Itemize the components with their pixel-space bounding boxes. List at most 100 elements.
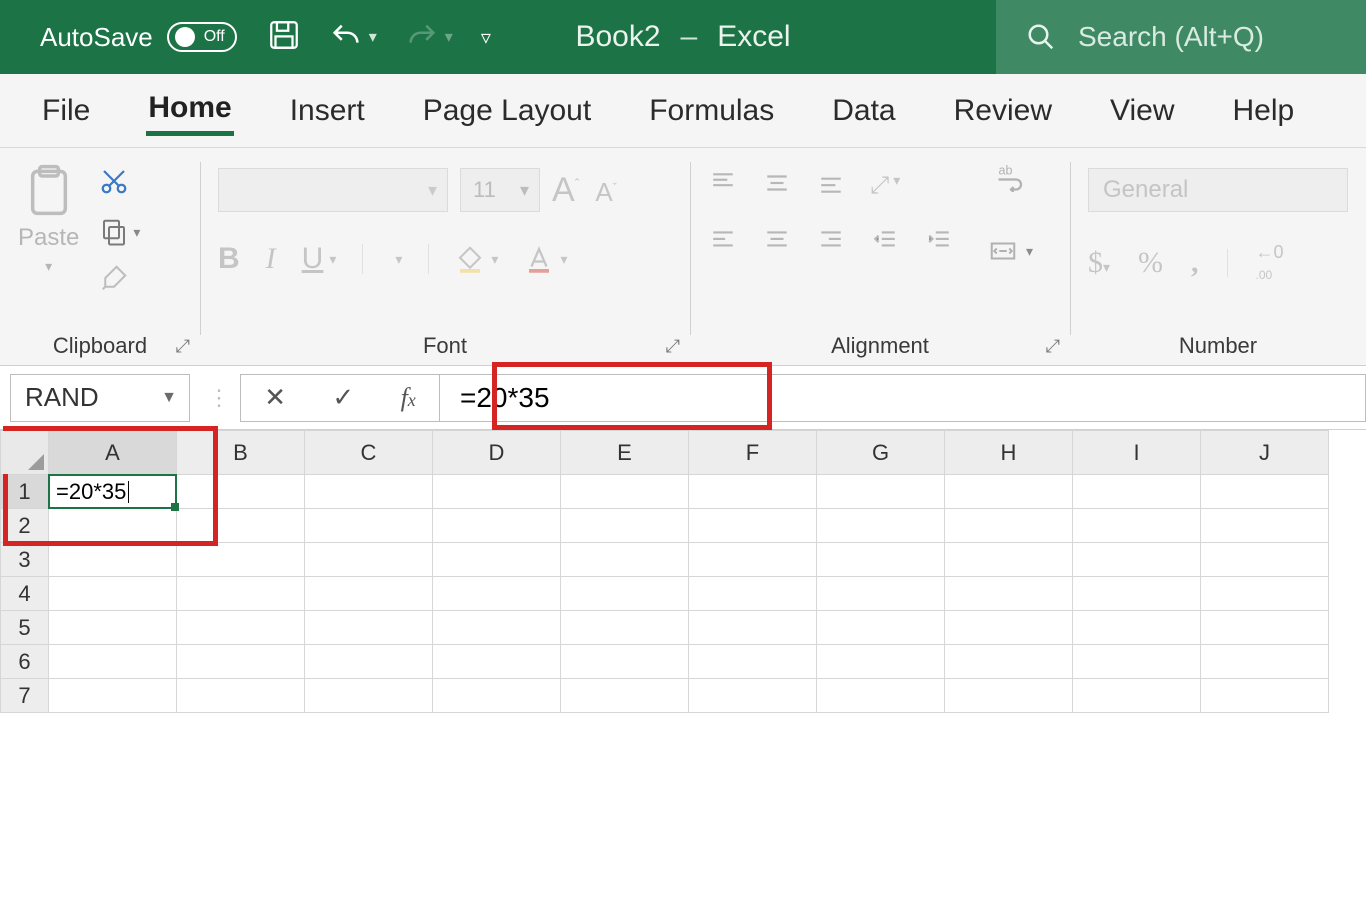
cell[interactable] [433, 645, 561, 679]
column-header[interactable]: H [945, 431, 1073, 475]
cell[interactable] [1073, 509, 1201, 543]
cell[interactable] [1201, 577, 1329, 611]
row-header[interactable]: 5 [1, 611, 49, 645]
chevron-down-icon[interactable]: ▼ [161, 389, 177, 407]
enter-formula-icon[interactable]: ✓ [332, 382, 354, 413]
cell[interactable] [433, 679, 561, 713]
cell[interactable] [689, 577, 817, 611]
cell[interactable] [817, 611, 945, 645]
tab-home[interactable]: Home [146, 85, 233, 136]
tab-help[interactable]: Help [1230, 88, 1296, 134]
align-middle-icon[interactable] [762, 170, 792, 201]
font-color-button[interactable]: ▾ [524, 244, 567, 274]
cell[interactable] [433, 475, 561, 509]
cell[interactable] [1073, 611, 1201, 645]
cell[interactable] [305, 475, 433, 509]
cell[interactable] [177, 577, 305, 611]
dialog-launcher-icon[interactable]: ⤢ [1046, 336, 1060, 357]
font-name-select[interactable]: ▾ [218, 168, 448, 212]
column-header[interactable]: B [177, 431, 305, 475]
cell[interactable] [1201, 679, 1329, 713]
column-header[interactable]: F [689, 431, 817, 475]
cell[interactable] [1073, 475, 1201, 509]
dialog-launcher-icon[interactable]: ⤢ [176, 336, 190, 357]
decrease-indent-icon[interactable] [870, 227, 900, 258]
wrap-text-icon[interactable]: ab [996, 162, 1026, 198]
cell[interactable] [945, 509, 1073, 543]
align-center-icon[interactable] [762, 227, 792, 258]
number-format-select[interactable]: General [1088, 168, 1348, 212]
cell[interactable] [305, 679, 433, 713]
redo-button[interactable]: ▾ [405, 20, 453, 54]
cell[interactable] [177, 543, 305, 577]
cell[interactable] [689, 645, 817, 679]
cell[interactable] [1201, 611, 1329, 645]
cell[interactable] [1201, 475, 1329, 509]
column-header[interactable]: C [305, 431, 433, 475]
cell[interactable] [49, 611, 177, 645]
cell[interactable] [49, 679, 177, 713]
column-header[interactable]: A [49, 431, 177, 475]
cell[interactable] [689, 611, 817, 645]
cell[interactable] [1201, 543, 1329, 577]
column-header[interactable]: G [817, 431, 945, 475]
column-header[interactable]: I [1073, 431, 1201, 475]
cell-a1[interactable]: =20*35 [49, 475, 177, 509]
row-header[interactable]: 3 [1, 543, 49, 577]
insert-function-icon[interactable]: fx [401, 383, 416, 413]
increase-indent-icon[interactable] [924, 227, 954, 258]
row-header[interactable]: 6 [1, 645, 49, 679]
cell[interactable] [945, 645, 1073, 679]
cell[interactable] [1073, 543, 1201, 577]
merge-center-button[interactable]: ▾ [988, 236, 1033, 266]
cell[interactable] [561, 645, 689, 679]
tab-review[interactable]: Review [952, 88, 1054, 134]
cell[interactable] [945, 679, 1073, 713]
cell[interactable] [305, 611, 433, 645]
cell[interactable] [433, 543, 561, 577]
search-box[interactable]: Search (Alt+Q) [996, 0, 1366, 74]
tab-data[interactable]: Data [830, 88, 897, 134]
tab-view[interactable]: View [1108, 88, 1176, 134]
align-top-icon[interactable] [708, 170, 738, 201]
chevron-down-icon[interactable]: ▾ [45, 258, 52, 275]
autosave-toggle[interactable]: Off [167, 22, 237, 52]
cell[interactable] [305, 509, 433, 543]
row-header[interactable]: 4 [1, 577, 49, 611]
cell[interactable] [177, 679, 305, 713]
row-header[interactable]: 1 [1, 475, 49, 509]
column-header[interactable]: D [433, 431, 561, 475]
chevron-down-icon[interactable]: ▾ [369, 27, 377, 47]
font-size-select[interactable]: 11 ▾ [460, 168, 540, 212]
copy-icon[interactable]: ▾ [99, 217, 140, 247]
cell[interactable] [689, 509, 817, 543]
save-icon[interactable] [267, 18, 301, 57]
spreadsheet-grid[interactable]: A B C D E F G H I J 1 =20*35 2 3 4 5 [0, 430, 1366, 713]
dialog-launcher-icon[interactable]: ⤢ [666, 336, 680, 357]
cell[interactable] [945, 611, 1073, 645]
undo-button[interactable]: ▾ [329, 20, 377, 54]
column-header[interactable]: J [1201, 431, 1329, 475]
cell[interactable] [433, 611, 561, 645]
autosave-control[interactable]: AutoSave Off [40, 22, 237, 53]
cell[interactable] [1201, 645, 1329, 679]
cell[interactable] [433, 509, 561, 543]
cell[interactable] [49, 645, 177, 679]
select-all-corner[interactable] [1, 431, 49, 475]
format-painter-icon[interactable] [99, 263, 140, 298]
increase-decimal-icon[interactable]: ←0.00 [1256, 242, 1284, 284]
row-header[interactable]: 7 [1, 679, 49, 713]
cell[interactable] [561, 577, 689, 611]
align-bottom-icon[interactable] [816, 170, 846, 201]
cell[interactable] [817, 577, 945, 611]
customize-qat-icon[interactable]: ▿ [481, 25, 491, 50]
name-box[interactable]: RAND ▼ [10, 374, 190, 422]
decrease-font-icon[interactable]: Aˇ [595, 177, 616, 208]
cell[interactable] [177, 611, 305, 645]
bold-button[interactable]: B [218, 242, 240, 276]
cell[interactable] [817, 475, 945, 509]
cell[interactable] [561, 475, 689, 509]
tab-file[interactable]: File [40, 88, 92, 134]
fill-color-button[interactable]: ▾ [455, 244, 498, 274]
cell[interactable] [945, 475, 1073, 509]
